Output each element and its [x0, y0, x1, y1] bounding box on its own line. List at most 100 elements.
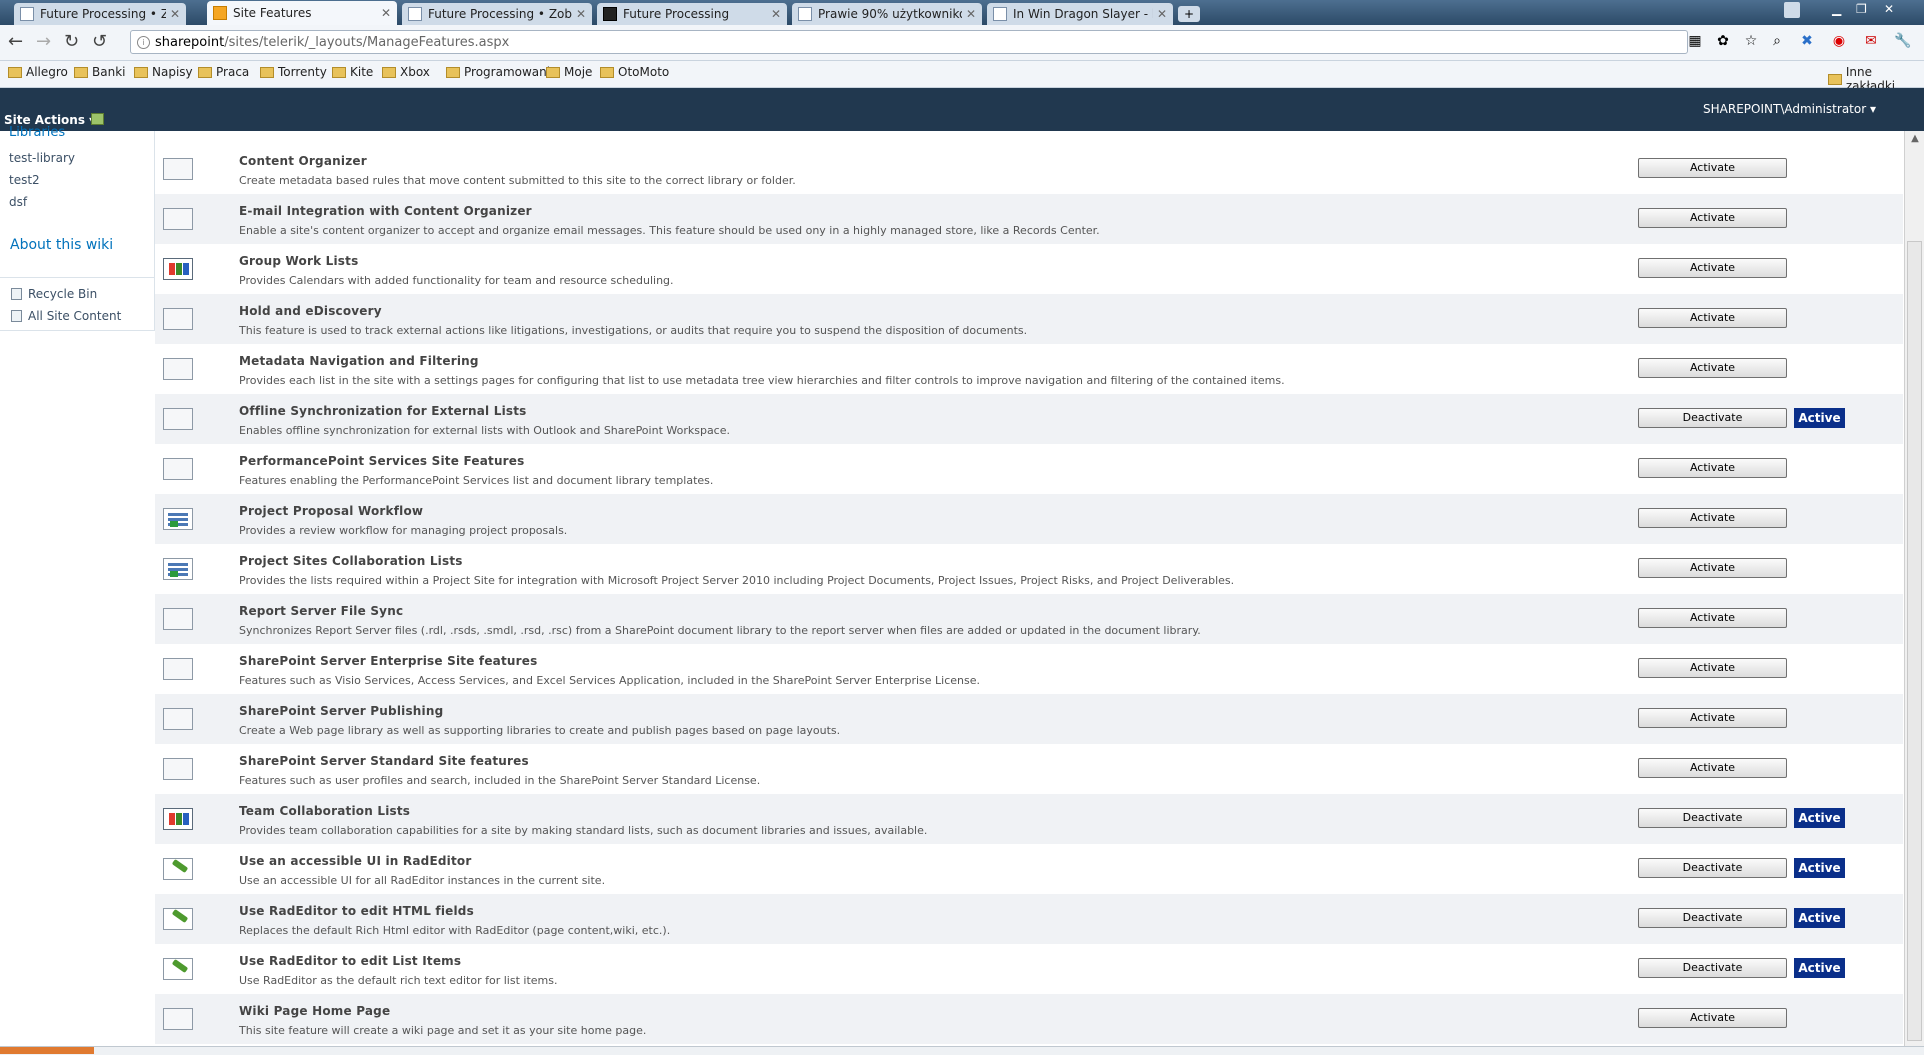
feature-activate-button[interactable]: Activate: [1638, 358, 1787, 378]
browser-tab[interactable]: Prawie 90% użytkowników k...✕: [792, 3, 982, 25]
maximize-icon[interactable]: ❐: [1856, 2, 1867, 16]
reload-icon[interactable]: ↻: [64, 31, 79, 52]
feature-workflow-icon: [163, 558, 193, 580]
close-icon[interactable]: ✕: [576, 7, 586, 21]
bookmark-folder[interactable]: Torrenty: [260, 65, 327, 79]
feature-activate-button[interactable]: Activate: [1638, 458, 1787, 478]
feature-title: Content Organizer: [239, 154, 367, 168]
star-icon[interactable]: ☆: [1742, 32, 1760, 50]
url-path: /sites/telerik/_layouts/ManageFeatures.a…: [224, 35, 510, 50]
status-badge: Active: [1794, 858, 1845, 878]
extension-icon[interactable]: ✖: [1798, 32, 1816, 50]
address-bar[interactable]: i sharepoint/sites/telerik/_layouts/Mana…: [130, 30, 1688, 54]
feature-activate-button[interactable]: Activate: [1638, 758, 1787, 778]
adblock-icon[interactable]: ◉: [1830, 32, 1848, 50]
minimize-icon[interactable]: ▁: [1832, 2, 1841, 16]
browser-tab[interactable]: Future Processing • Zobacz...✕: [14, 3, 186, 25]
status-badge: Active: [1794, 958, 1845, 978]
bookmark-folder[interactable]: Banki: [74, 65, 125, 79]
feature-row: Group Work Lists Provides Calendars with …: [155, 244, 1903, 294]
feature-deactivate-button[interactable]: Deactivate: [1638, 958, 1787, 978]
new-tab-button[interactable]: +: [1178, 6, 1200, 22]
divider: [0, 330, 154, 331]
bookmark-folder[interactable]: Allegro: [8, 65, 68, 79]
browser-tab[interactable]: In Win Dragon Slayer - krót...✕: [987, 3, 1173, 25]
progress-indicator: [0, 1047, 94, 1054]
feature-row: Report Server File Sync Synchronizes Repo…: [155, 594, 1903, 644]
feature-activate-button[interactable]: Activate: [1638, 708, 1787, 728]
feature-generic-icon: [163, 158, 193, 180]
feature-activate-button[interactable]: Activate: [1638, 1008, 1787, 1028]
feature-activate-button[interactable]: Activate: [1638, 208, 1787, 228]
feature-activate-button[interactable]: Activate: [1638, 258, 1787, 278]
bookmarks-bar: Allegro Banki Napisy Praca Torrenty Kite…: [0, 61, 1924, 93]
divider: [0, 277, 154, 278]
feature-description: Use an accessible UI for all RadEditor i…: [239, 874, 606, 887]
feature-row: SharePoint Server Enterprise Site featur…: [155, 644, 1903, 694]
recycle-bin-link[interactable]: Recycle Bin: [11, 287, 97, 301]
status-badge: Active: [1794, 908, 1845, 928]
folder-icon: [8, 66, 22, 78]
scroll-up-icon[interactable]: ▲: [1909, 133, 1921, 144]
feature-radeditor-icon: [163, 908, 193, 930]
feature-activate-button[interactable]: Activate: [1638, 308, 1787, 328]
bookmark-folder[interactable]: Programowanie: [446, 65, 557, 79]
feature-title: Hold and eDiscovery: [239, 304, 382, 318]
back-icon[interactable]: ←: [8, 31, 23, 52]
browser-tab[interactable]: Future Processing ✕: [597, 3, 787, 25]
extension-icon[interactable]: ▦: [1686, 32, 1704, 50]
bookmark-folder[interactable]: Napisy: [134, 65, 193, 79]
feature-activate-button[interactable]: Activate: [1638, 508, 1787, 528]
page-info-icon[interactable]: i: [137, 36, 150, 49]
close-icon[interactable]: ✕: [771, 7, 781, 21]
feature-deactivate-button[interactable]: Deactivate: [1638, 408, 1787, 428]
feature-activate-button[interactable]: Activate: [1638, 158, 1787, 178]
window-menu-icon[interactable]: [1784, 2, 1800, 18]
libraries-heading[interactable]: Libraries: [9, 125, 65, 140]
sharepoint-ribbon: Site Actions ▾ SHAREPOINT\Administrator …: [0, 88, 1924, 131]
feature-row: Project Proposal Workflow Provides a revi…: [155, 494, 1903, 544]
feature-deactivate-button[interactable]: Deactivate: [1638, 858, 1787, 878]
feature-activate-button[interactable]: Activate: [1638, 558, 1787, 578]
mail-icon[interactable]: ✉: [1862, 32, 1880, 50]
vertical-scrollbar[interactable]: ▲: [1904, 131, 1924, 1054]
browser-tab[interactable]: Future Processing • Zobacz...✕: [402, 3, 592, 25]
scrollbar-thumb[interactable]: [1907, 241, 1922, 1041]
bookmark-folder[interactable]: Praca: [198, 65, 249, 79]
nav-link-test2[interactable]: test2: [9, 173, 40, 187]
nav-link-dsf[interactable]: dsf: [9, 195, 27, 209]
page-icon: [798, 7, 812, 21]
feature-deactivate-button[interactable]: Deactivate: [1638, 908, 1787, 928]
folder-icon: [134, 66, 148, 78]
forward-icon[interactable]: →: [36, 31, 51, 52]
nav-link-test-library[interactable]: test-library: [9, 151, 75, 165]
bookmark-folder[interactable]: Xbox: [382, 65, 430, 79]
bookmark-folder[interactable]: Moje: [546, 65, 592, 79]
search-icon[interactable]: ⌕: [1768, 32, 1786, 50]
close-window-icon[interactable]: ✕: [1884, 2, 1894, 16]
site-content-icon: [11, 310, 22, 322]
user-menu[interactable]: SHAREPOINT\Administrator ▾: [1703, 102, 1876, 116]
wrench-icon[interactable]: 🔧: [1894, 32, 1912, 50]
feature-title: SharePoint Server Enterprise Site featur…: [239, 654, 538, 668]
history-icon[interactable]: ↺: [92, 31, 107, 52]
close-icon[interactable]: ✕: [1157, 7, 1167, 21]
feature-description: Provides a review workflow for managing …: [239, 524, 568, 537]
about-wiki-link[interactable]: About this wiki: [10, 237, 113, 253]
bookmark-folder[interactable]: OtoMoto: [600, 65, 669, 79]
close-icon[interactable]: ✕: [381, 6, 391, 20]
bookmark-folder[interactable]: Kite: [332, 65, 373, 79]
feature-generic-icon: [163, 708, 193, 730]
close-icon[interactable]: ✕: [170, 7, 180, 21]
all-site-content-link[interactable]: All Site Content: [11, 309, 121, 323]
feature-row: Offline Synchronization for External Lis…: [155, 394, 1903, 444]
navigate-up-icon[interactable]: [91, 113, 104, 125]
browser-tab-active[interactable]: Site Features ✕: [207, 1, 397, 25]
feature-deactivate-button[interactable]: Deactivate: [1638, 808, 1787, 828]
extension-icon[interactable]: ✿: [1714, 32, 1732, 50]
browser-toolbar: ← → ↻ ↺ i sharepoint/sites/telerik/_layo…: [0, 25, 1924, 61]
close-icon[interactable]: ✕: [966, 7, 976, 21]
feature-activate-button[interactable]: Activate: [1638, 608, 1787, 628]
feature-activate-button[interactable]: Activate: [1638, 658, 1787, 678]
folder-icon: [382, 66, 396, 78]
